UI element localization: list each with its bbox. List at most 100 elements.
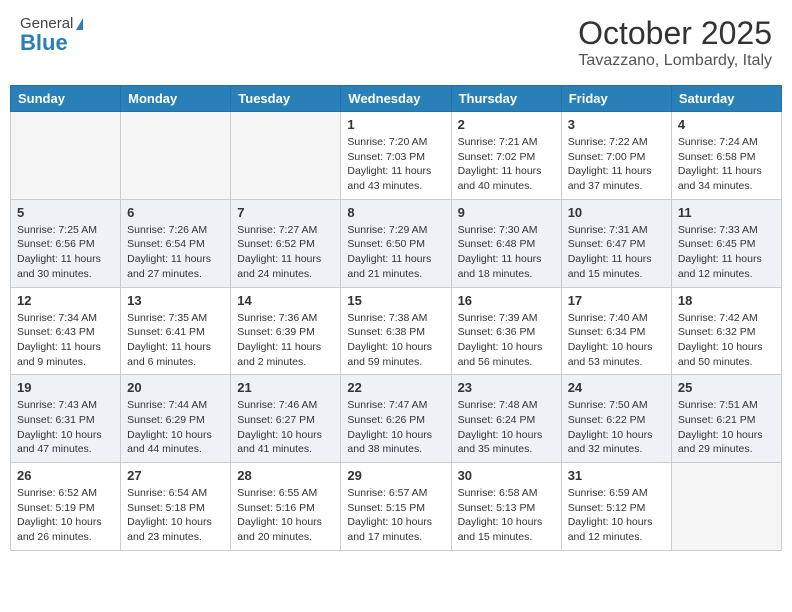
day-info: Sunrise: 6:54 AM Sunset: 5:18 PM Dayligh… bbox=[127, 486, 224, 545]
calendar-day-13: 13 Sunrise: 7:35 AM Sunset: 6:41 PM Dayli… bbox=[121, 287, 231, 375]
day-number: 29 bbox=[347, 468, 444, 483]
day-info: Sunrise: 7:42 AM Sunset: 6:32 PM Dayligh… bbox=[678, 311, 775, 370]
calendar-day-10: 10Sunrise: 7:31 AM Sunset: 6:47 PM Dayli… bbox=[561, 199, 671, 287]
day-info: Sunrise: 7:48 AM Sunset: 6:24 PM Dayligh… bbox=[458, 398, 555, 457]
calendar-day-23: 23 Sunrise: 7:48 AM Sunset: 6:24 PM Dayli… bbox=[451, 375, 561, 463]
day-info: Sunrise: 6:55 AM Sunset: 5:16 PM Dayligh… bbox=[237, 486, 334, 545]
title-section: October 2025 Tavazzano, Lombardy, Italy bbox=[578, 15, 772, 70]
calendar-day-9: 9 Sunrise: 7:30 AM Sunset: 6:48 PM Daylig… bbox=[451, 199, 561, 287]
day-number: 11 bbox=[678, 205, 775, 220]
calendar-day-22: 22 Sunrise: 7:47 AM Sunset: 6:26 PM Dayli… bbox=[341, 375, 451, 463]
day-number: 5 bbox=[17, 205, 114, 220]
calendar-week-row: 19 Sunrise: 7:43 AM Sunset: 6:31 PM Dayli… bbox=[11, 375, 782, 463]
day-info: Sunrise: 6:57 AM Sunset: 5:15 PM Dayligh… bbox=[347, 486, 444, 545]
day-number: 1 bbox=[347, 117, 444, 132]
column-header-sunday: Sunday bbox=[11, 86, 121, 112]
day-info: Sunrise: 7:39 AM Sunset: 6:36 PM Dayligh… bbox=[458, 311, 555, 370]
day-number: 3 bbox=[568, 117, 665, 132]
day-info: Sunrise: 7:24 AM Sunset: 6:58 PM Dayligh… bbox=[678, 135, 775, 194]
day-number: 21 bbox=[237, 380, 334, 395]
day-info: Sunrise: 7:38 AM Sunset: 6:38 PM Dayligh… bbox=[347, 311, 444, 370]
column-header-tuesday: Tuesday bbox=[231, 86, 341, 112]
day-info: Sunrise: 7:40 AM Sunset: 6:34 PM Dayligh… bbox=[568, 311, 665, 370]
calendar-day-5: 5 Sunrise: 7:25 AM Sunset: 6:56 PM Daylig… bbox=[11, 199, 121, 287]
month-title: October 2025 bbox=[578, 15, 772, 52]
day-info: Sunrise: 7:20 AM Sunset: 7:03 PM Dayligh… bbox=[347, 135, 444, 194]
day-number: 15 bbox=[347, 293, 444, 308]
day-number: 30 bbox=[458, 468, 555, 483]
logo-triangle-icon bbox=[76, 18, 83, 30]
calendar-day-3: 3 Sunrise: 7:22 AM Sunset: 7:00 PM Daylig… bbox=[561, 112, 671, 200]
day-number: 23 bbox=[458, 380, 555, 395]
day-number: 17 bbox=[568, 293, 665, 308]
day-number: 24 bbox=[568, 380, 665, 395]
calendar-day-empty bbox=[121, 112, 231, 200]
day-info: Sunrise: 7:33 AM Sunset: 6:45 PM Dayligh… bbox=[678, 223, 775, 282]
calendar-week-row: 5 Sunrise: 7:25 AM Sunset: 6:56 PM Daylig… bbox=[11, 199, 782, 287]
day-number: 22 bbox=[347, 380, 444, 395]
calendar-day-16: 16 Sunrise: 7:39 AM Sunset: 6:36 PM Dayli… bbox=[451, 287, 561, 375]
calendar-day-26: 26 Sunrise: 6:52 AM Sunset: 5:19 PM Dayli… bbox=[11, 463, 121, 551]
day-number: 25 bbox=[678, 380, 775, 395]
day-info: Sunrise: 7:22 AM Sunset: 7:00 PM Dayligh… bbox=[568, 135, 665, 194]
calendar-day-12: 12Sunrise: 7:34 AM Sunset: 6:43 PM Dayli… bbox=[11, 287, 121, 375]
day-number: 31 bbox=[568, 468, 665, 483]
logo-blue: Blue bbox=[20, 30, 83, 56]
day-number: 16 bbox=[458, 293, 555, 308]
calendar-day-15: 15 Sunrise: 7:38 AM Sunset: 6:38 PM Dayli… bbox=[341, 287, 451, 375]
calendar-day-28: 28 Sunrise: 6:55 AM Sunset: 5:16 PM Dayli… bbox=[231, 463, 341, 551]
day-info: Sunrise: 7:35 AM Sunset: 6:41 PM Dayligh… bbox=[127, 311, 224, 370]
day-number: 13 bbox=[127, 293, 224, 308]
calendar-day-19: 19 Sunrise: 7:43 AM Sunset: 6:31 PM Dayli… bbox=[11, 375, 121, 463]
day-info: Sunrise: 6:58 AM Sunset: 5:13 PM Dayligh… bbox=[458, 486, 555, 545]
day-number: 28 bbox=[237, 468, 334, 483]
day-number: 8 bbox=[347, 205, 444, 220]
day-info: Sunrise: 7:25 AM Sunset: 6:56 PM Dayligh… bbox=[17, 223, 114, 282]
calendar-day-27: 27 Sunrise: 6:54 AM Sunset: 5:18 PM Dayli… bbox=[121, 463, 231, 551]
calendar-day-20: 20Sunrise: 7:44 AM Sunset: 6:29 PM Dayli… bbox=[121, 375, 231, 463]
day-number: 26 bbox=[17, 468, 114, 483]
day-number: 19 bbox=[17, 380, 114, 395]
calendar-day-29: 29 Sunrise: 6:57 AM Sunset: 5:15 PM Dayli… bbox=[341, 463, 451, 551]
day-number: 9 bbox=[458, 205, 555, 220]
calendar-day-empty bbox=[231, 112, 341, 200]
logo: General Blue bbox=[20, 15, 83, 56]
calendar-week-row: 12Sunrise: 7:34 AM Sunset: 6:43 PM Dayli… bbox=[11, 287, 782, 375]
day-number: 4 bbox=[678, 117, 775, 132]
column-header-thursday: Thursday bbox=[451, 86, 561, 112]
day-info: Sunrise: 7:51 AM Sunset: 6:21 PM Dayligh… bbox=[678, 398, 775, 457]
day-info: Sunrise: 7:36 AM Sunset: 6:39 PM Dayligh… bbox=[237, 311, 334, 370]
day-number: 2 bbox=[458, 117, 555, 132]
day-info: Sunrise: 7:26 AM Sunset: 6:54 PM Dayligh… bbox=[127, 223, 224, 282]
day-number: 20 bbox=[127, 380, 224, 395]
column-header-wednesday: Wednesday bbox=[341, 86, 451, 112]
column-header-friday: Friday bbox=[561, 86, 671, 112]
calendar-day-18: 18Sunrise: 7:42 AM Sunset: 6:32 PM Dayli… bbox=[671, 287, 781, 375]
day-info: Sunrise: 7:21 AM Sunset: 7:02 PM Dayligh… bbox=[458, 135, 555, 194]
day-info: Sunrise: 6:52 AM Sunset: 5:19 PM Dayligh… bbox=[17, 486, 114, 545]
column-header-monday: Monday bbox=[121, 86, 231, 112]
calendar-day-30: 30 Sunrise: 6:58 AM Sunset: 5:13 PM Dayli… bbox=[451, 463, 561, 551]
calendar-day-17: 17 Sunrise: 7:40 AM Sunset: 6:34 PM Dayli… bbox=[561, 287, 671, 375]
day-info: Sunrise: 7:46 AM Sunset: 6:27 PM Dayligh… bbox=[237, 398, 334, 457]
calendar-day-6: 6Sunrise: 7:26 AM Sunset: 6:54 PM Daylig… bbox=[121, 199, 231, 287]
calendar-week-row: 1 Sunrise: 7:20 AM Sunset: 7:03 PM Daylig… bbox=[11, 112, 782, 200]
day-info: Sunrise: 6:59 AM Sunset: 5:12 PM Dayligh… bbox=[568, 486, 665, 545]
calendar-day-4: 4 Sunrise: 7:24 AM Sunset: 6:58 PM Daylig… bbox=[671, 112, 781, 200]
calendar-week-row: 26 Sunrise: 6:52 AM Sunset: 5:19 PM Dayli… bbox=[11, 463, 782, 551]
day-number: 12 bbox=[17, 293, 114, 308]
calendar-day-14: 14 Sunrise: 7:36 AM Sunset: 6:39 PM Dayli… bbox=[231, 287, 341, 375]
day-info: Sunrise: 7:27 AM Sunset: 6:52 PM Dayligh… bbox=[237, 223, 334, 282]
calendar-day-8: 8 Sunrise: 7:29 AM Sunset: 6:50 PM Daylig… bbox=[341, 199, 451, 287]
day-info: Sunrise: 7:43 AM Sunset: 6:31 PM Dayligh… bbox=[17, 398, 114, 457]
calendar-table: SundayMondayTuesdayWednesdayThursdayFrid… bbox=[10, 85, 782, 551]
calendar-header-row: SundayMondayTuesdayWednesdayThursdayFrid… bbox=[11, 86, 782, 112]
day-info: Sunrise: 7:47 AM Sunset: 6:26 PM Dayligh… bbox=[347, 398, 444, 457]
day-info: Sunrise: 7:29 AM Sunset: 6:50 PM Dayligh… bbox=[347, 223, 444, 282]
location-subtitle: Tavazzano, Lombardy, Italy bbox=[578, 52, 772, 70]
calendar-day-1: 1 Sunrise: 7:20 AM Sunset: 7:03 PM Daylig… bbox=[341, 112, 451, 200]
day-info: Sunrise: 7:30 AM Sunset: 6:48 PM Dayligh… bbox=[458, 223, 555, 282]
day-number: 27 bbox=[127, 468, 224, 483]
day-number: 14 bbox=[237, 293, 334, 308]
calendar-day-empty bbox=[671, 463, 781, 551]
